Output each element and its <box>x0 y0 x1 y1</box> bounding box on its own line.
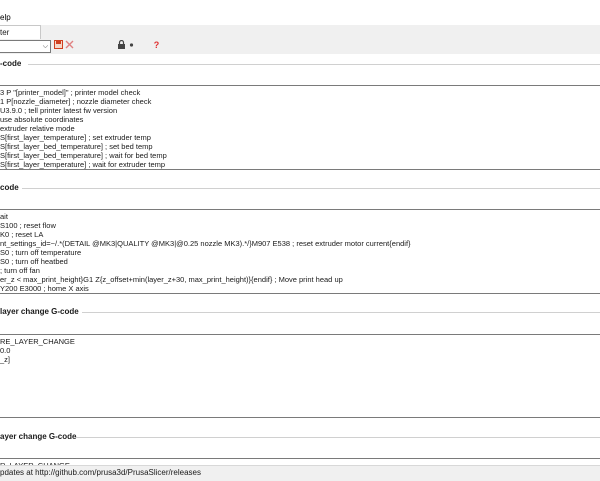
menu-bar: elp <box>0 12 600 26</box>
menu-help[interactable]: elp <box>0 13 11 22</box>
gcode-line: RE_LAYER_CHANGE <box>0 337 75 346</box>
section-divider <box>22 188 600 189</box>
help-icon[interactable]: ? <box>151 40 162 51</box>
tab-bar: ter Settings <box>0 25 600 50</box>
dot-icon[interactable] <box>126 40 137 51</box>
gcode-line: S[first_layer_bed_temperature] ; wait fo… <box>0 151 167 160</box>
tab-printer-settings[interactable]: ter Settings <box>0 25 41 50</box>
section-title-end-gcode: code <box>0 183 19 192</box>
status-text: pdates at http://github.com/prusa3d/Prus… <box>0 468 201 477</box>
section-divider <box>82 312 600 313</box>
section-title-before-layer-change: layer change G-code <box>0 307 79 316</box>
gcode-line: U3.9.0 ; tell printer latest fw version <box>0 106 118 115</box>
gcode-line: S[first_layer_temperature] ; set extrude… <box>0 133 151 142</box>
chevron-down-icon[interactable]: ⌵ <box>43 41 48 52</box>
save-icon[interactable] <box>53 40 64 51</box>
section-title-start-gcode: -code <box>0 59 22 68</box>
gcode-line: _z] <box>0 355 11 364</box>
gcode-line: extruder relative mode <box>0 124 75 133</box>
section-title-after-layer-change: ayer change G-code <box>0 432 77 441</box>
gcode-line: S[first_layer_temperature] ; wait for ex… <box>0 160 166 169</box>
gcode-line: S[first_layer_bed_temperature] ; set bed… <box>0 142 153 151</box>
gcode-line: S0 ; turn off temperature <box>0 248 82 257</box>
gcode-line: er_z < max_print_height}G1 Z{z_offset+mi… <box>0 275 343 284</box>
section-divider <box>76 437 600 438</box>
gcode-line: use absolute coordinates <box>0 115 84 124</box>
gcode-line: 0.0 <box>0 346 11 355</box>
gcode-line: ait <box>0 212 8 221</box>
gcode-line: ; turn off fan <box>0 266 40 275</box>
gcode-line: S0 ; turn off heatbed <box>0 257 68 266</box>
gcode-line: K0 ; reset LA <box>0 230 44 239</box>
section-divider <box>28 64 600 65</box>
end-gcode-editor[interactable]: ait S100 ; reset flow K0 ; reset LA nt_s… <box>0 209 600 294</box>
delete-icon[interactable] <box>64 40 75 51</box>
preset-dropdown[interactable]: ⌵ <box>0 40 51 53</box>
gcode-line: Y200 E3000 ; home X axis <box>0 284 89 293</box>
gcode-line: 3 P "[printer_model]" ; printer model ch… <box>0 88 141 97</box>
status-bar: pdates at http://github.com/prusa3d/Prus… <box>0 465 600 481</box>
start-gcode-editor[interactable]: 3 P "[printer_model]" ; printer model ch… <box>0 85 600 170</box>
settings-content[interactable]: -code 3 P "[printer_model]" ; printer mo… <box>0 54 600 479</box>
gcode-line: S100 ; reset flow <box>0 221 56 230</box>
gcode-line: 1 P[nozzle_diameter] ; nozzle diameter c… <box>0 97 152 106</box>
gcode-line: nt_settings_id=~/.*(DETAIL @MK3|QUALITY … <box>0 239 411 248</box>
before-layer-change-editor[interactable]: RE_LAYER_CHANGE 0.0 _z] <box>0 334 600 418</box>
preset-toolbar: ⌵ ? <box>0 39 600 54</box>
